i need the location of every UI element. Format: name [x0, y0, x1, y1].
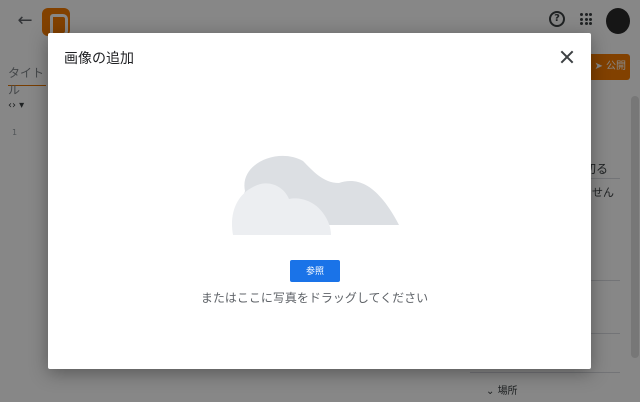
close-icon[interactable] — [559, 49, 575, 65]
dialog-title: 画像の追加 — [64, 51, 134, 67]
browse-button[interactable]: 参照 — [290, 260, 340, 282]
cloud-illustration — [231, 155, 399, 235]
drop-hint-text: またはここに写真をドラッグしてください — [200, 291, 429, 305]
add-image-dialog: 画像の追加 参照 またはここに写真をドラッグしてください — [48, 33, 591, 369]
